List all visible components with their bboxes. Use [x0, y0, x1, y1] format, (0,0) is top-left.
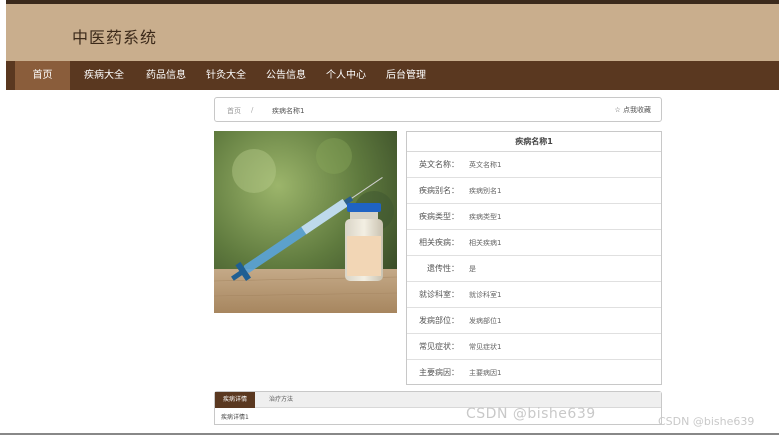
info-row-location: 发病部位： 发病部位1: [407, 308, 661, 334]
tab-treatment[interactable]: 治疗方法: [261, 392, 301, 408]
bottom-border: [0, 433, 779, 435]
watermark-secondary: CSDN @bishe639: [658, 415, 755, 428]
field-label: 就诊科室：: [419, 290, 459, 299]
nav-item-home[interactable]: 首页: [15, 61, 70, 90]
info-row-alias: 疾病别名： 疾病别名1: [407, 178, 661, 204]
nav-item-personal-center[interactable]: 个人中心: [318, 61, 374, 90]
field-label: 主要病因：: [419, 368, 459, 377]
field-label: 遗传性：: [427, 264, 459, 273]
tab-disease-details[interactable]: 疾病详情: [215, 392, 256, 408]
info-row-hereditary: 遗传性： 是: [407, 256, 661, 282]
watermark: CSDN @bishe639: [466, 406, 596, 422]
info-row-symptoms: 常见症状： 常见症状1: [407, 334, 661, 360]
info-row-related: 相关疾病： 相关疾病1: [407, 230, 661, 256]
nav-item-acupuncture[interactable]: 针灸大全: [198, 61, 254, 90]
info-row-english-name: 英文名称： 英文名称1: [407, 152, 661, 178]
site-header: 中医药系统: [6, 4, 779, 61]
field-value: 是: [469, 265, 476, 273]
nav-item-notices[interactable]: 公告信息: [258, 61, 314, 90]
field-value: 就诊科室1: [469, 291, 502, 299]
field-value: 发病部位1: [469, 317, 502, 325]
field-label: 常见症状：: [419, 342, 459, 351]
main-nav: 首页 疾病大全 药品信息 针灸大全 公告信息 个人中心 后台管理: [6, 61, 779, 90]
field-label: 英文名称：: [419, 160, 459, 169]
favorite-button[interactable]: ☆ 点我收藏: [614, 105, 651, 115]
field-value: 相关疾病1: [469, 239, 502, 247]
syringe-vial-photo: [214, 131, 397, 313]
field-value: 疾病类型1: [469, 213, 502, 221]
disease-image: [214, 131, 397, 313]
info-row-cause: 主要病因： 主要病因1: [407, 360, 661, 386]
disease-title: 疾病名称1: [407, 132, 661, 152]
field-value: 主要病因1: [469, 369, 502, 377]
info-row-type: 疾病类型： 疾病类型1: [407, 204, 661, 230]
breadcrumb-separator: /: [251, 106, 254, 114]
nav-item-diseases[interactable]: 疾病大全: [76, 61, 132, 90]
breadcrumb-current: 疾病名称1: [272, 107, 305, 115]
field-value: 英文名称1: [469, 161, 502, 169]
field-value: 疾病别名1: [469, 187, 502, 195]
info-row-department: 就诊科室： 就诊科室1: [407, 282, 661, 308]
breadcrumb: 首页 / 疾病名称1 ☆ 点我收藏: [214, 97, 662, 122]
nav-item-admin[interactable]: 后台管理: [378, 61, 434, 90]
site-title[interactable]: 中医药系统: [72, 24, 157, 48]
nav-item-drugs[interactable]: 药品信息: [138, 61, 194, 90]
breadcrumb-home-link[interactable]: 首页: [227, 106, 241, 116]
field-label: 相关疾病：: [419, 238, 459, 247]
field-value: 常见症状1: [469, 343, 502, 351]
field-label: 疾病别名：: [419, 186, 459, 195]
field-label: 发病部位：: [419, 316, 459, 325]
field-label: 疾病类型：: [419, 212, 459, 221]
disease-info-panel: 疾病名称1 英文名称： 英文名称1 疾病别名： 疾病别名1 疾病类型： 疾病类型…: [406, 131, 662, 385]
